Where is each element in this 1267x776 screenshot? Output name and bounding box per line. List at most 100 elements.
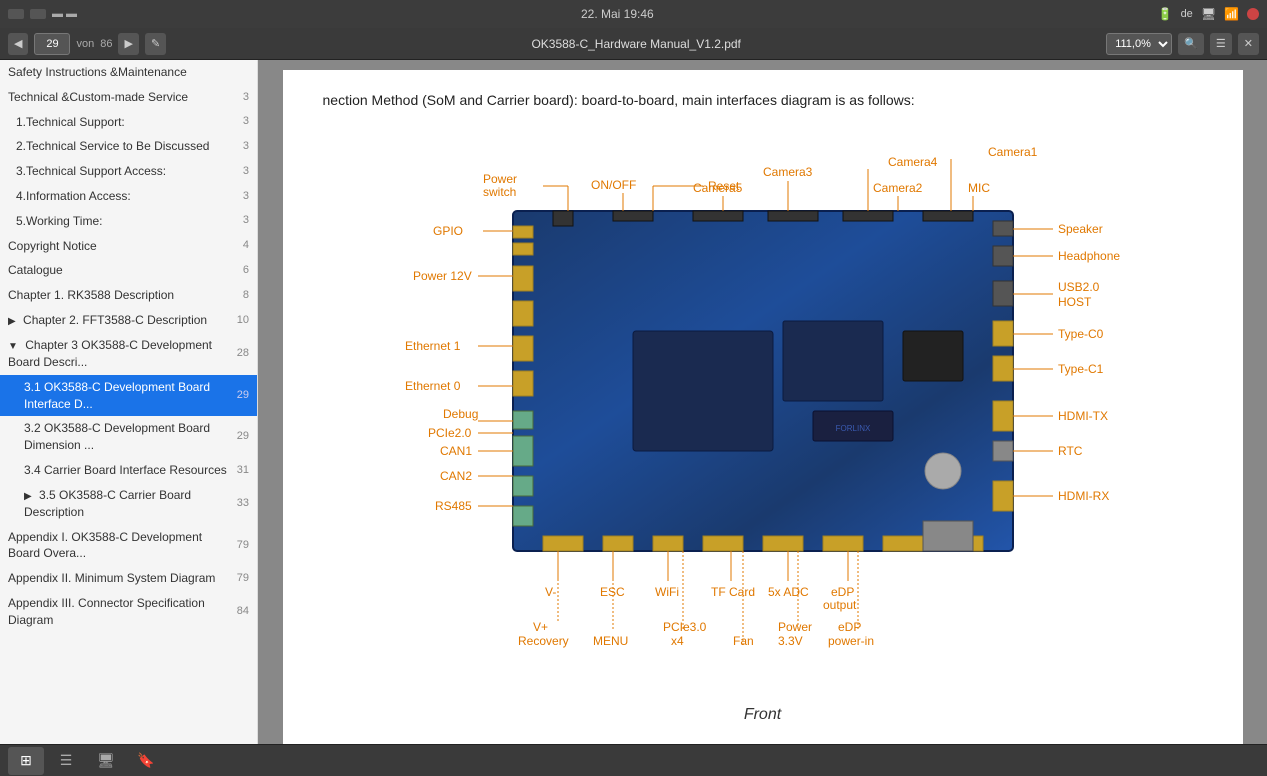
window-control-2[interactable] — [30, 9, 46, 19]
sidebar-label: 2.Technical Service to Be Discussed — [16, 138, 229, 155]
sidebar-label: ▼ Chapter 3 OK3588-C Development Board D… — [8, 337, 229, 371]
page-content: nection Method (SoM and Carrier board): … — [283, 70, 1243, 744]
sidebar-item-ch3-1[interactable]: 3.1 OK3588-C Development Board Interface… — [0, 375, 257, 417]
sidebar-page: 33 — [229, 496, 249, 511]
sidebar-label: Appendix III. Connector Specification Di… — [8, 595, 229, 629]
sidebar-item-ts2[interactable]: 2.Technical Service to Be Discussed 3 — [0, 134, 257, 159]
svg-text:HOST: HOST — [1058, 295, 1092, 309]
presentation-button[interactable]: 🖥 — [88, 747, 124, 775]
sidebar-item-ch3-4[interactable]: 3.4 Carrier Board Interface Resources 31 — [0, 458, 257, 483]
sidebar-page: 3 — [229, 139, 249, 154]
sidebar-item-copyright[interactable]: Copyright Notice 4 — [0, 234, 257, 259]
sidebar-item-ch1[interactable]: Chapter 1. RK3588 Description 8 — [0, 283, 257, 308]
sidebar: Safety Instructions &Maintenance Technic… — [0, 60, 258, 744]
label-camera1: Camera1 — [988, 145, 1038, 159]
label-eth0: Ethernet 0 — [405, 379, 461, 393]
sidebar-label: ▶ Chapter 2. FFT3588‑C Description — [8, 312, 229, 329]
sidebar-page: 29 — [229, 388, 249, 403]
sidebar-label: Appendix II. Minimum System Diagram — [8, 570, 229, 587]
label-rs485: RS485 — [435, 499, 472, 513]
sidebar-item-catalogue[interactable]: Catalogue 6 — [0, 258, 257, 283]
sidebar-item-appendix3[interactable]: Appendix III. Connector Specification Di… — [0, 591, 257, 633]
menu-button[interactable]: ☰ — [1210, 33, 1232, 55]
label-hdmirx: HDMI-RX — [1058, 489, 1109, 503]
display-icon: 🖥 — [1201, 7, 1216, 21]
sidebar-page: 3 — [229, 90, 249, 105]
list-view-button[interactable]: ☰ — [48, 747, 84, 775]
label-camera4: Camera4 — [888, 155, 938, 169]
main-area: Safety Instructions &Maintenance Technic… — [0, 60, 1267, 744]
sidebar-label: Chapter 1. RK3588 Description — [8, 287, 229, 304]
page-separator: von — [76, 38, 94, 50]
sidebar-label: Appendix I. OK3588‑C Development Board O… — [8, 529, 229, 563]
sidebar-page: 8 — [229, 288, 249, 303]
label-typec1: Type-C1 — [1058, 362, 1104, 376]
label-can1: CAN1 — [440, 444, 472, 458]
label-can2: CAN2 — [440, 469, 472, 483]
bookmark-button[interactable]: 🔖 — [128, 747, 164, 775]
svg-text:3.3V: 3.3V — [778, 634, 803, 648]
svg-text:output: output — [823, 598, 857, 612]
front-label: Front — [323, 706, 1203, 724]
label-pcie3: PCIe3.0 — [663, 620, 707, 634]
label-onoff: ON/OFF — [591, 178, 636, 192]
label-speaker: Speaker — [1058, 222, 1103, 236]
sidebar-item-appendix1[interactable]: Appendix I. OK3588‑C Development Board O… — [0, 525, 257, 567]
grid-view-button[interactable]: ⊞ — [8, 747, 44, 775]
label-hdmitx: HDMI-TX — [1058, 409, 1108, 423]
sidebar-page: 3 — [229, 164, 249, 179]
label-edpout: eDP — [831, 585, 854, 599]
next-page-button[interactable]: ▶ — [118, 33, 138, 55]
sidebar-item-ts3[interactable]: 3.Technical Support Access: 3 — [0, 159, 257, 184]
label-typec0: Type-C0 — [1058, 327, 1104, 341]
sidebar-item-ch2[interactable]: ▶ Chapter 2. FFT3588‑C Description 10 — [0, 308, 257, 333]
sidebar-item-custom[interactable]: Technical &Custom‑made Service 3 — [0, 85, 257, 110]
sidebar-label: 5.Working Time: — [16, 213, 229, 230]
sidebar-item-ts4[interactable]: 4.Information Access: 3 — [0, 184, 257, 209]
sidebar-label: 3.1 OK3588-C Development Board Interface… — [24, 379, 229, 413]
close-toolbar-button[interactable]: ✕ — [1238, 33, 1259, 55]
search-button[interactable]: 🔍 — [1178, 33, 1204, 55]
prev-page-button[interactable]: ◀ — [8, 33, 28, 55]
page-number-input[interactable] — [34, 33, 70, 55]
label-wifi: WiFi — [655, 585, 679, 599]
label-camera3: Camera3 — [763, 165, 813, 179]
label-headphone: Headphone — [1058, 249, 1120, 263]
sidebar-item-ch3-2[interactable]: 3.2 OK3588‑C Development Board Dimension… — [0, 416, 257, 458]
edit-button[interactable]: ✎ — [145, 33, 166, 55]
titlebar-time: 22. Mai 19:46 — [77, 7, 1158, 21]
board-svg: FORLINX — [323, 131, 1203, 691]
label-eth1: Ethernet 1 — [405, 339, 461, 353]
battery-icon: 🔋 — [1158, 7, 1173, 21]
label-power-switch: Power — [483, 172, 517, 186]
svg-text:power-in: power-in — [828, 634, 874, 648]
zoom-select[interactable]: 111,0% 100% 75% — [1106, 33, 1172, 55]
label-edppowerin: eDP — [838, 620, 861, 634]
titlebar: ▬ ▬ 22. Mai 19:46 🔋 de 🖥 📶 — [0, 0, 1267, 28]
label-vplus: V+ — [533, 620, 548, 634]
sidebar-item-ch3-5[interactable]: ▶ 3.5 OK3588-C Carrier Board Description… — [0, 483, 257, 525]
sidebar-label: 3.4 Carrier Board Interface Resources — [24, 462, 229, 479]
sidebar-label: 1.Technical Support: — [16, 114, 229, 131]
content-area[interactable]: nection Method (SoM and Carrier board): … — [258, 60, 1267, 744]
sidebar-label: 3.2 OK3588‑C Development Board Dimension… — [24, 420, 229, 454]
sidebar-label: Catalogue — [8, 262, 229, 279]
sidebar-item-ts1[interactable]: 1.Technical Support: 3 — [0, 110, 257, 135]
sidebar-item-safety[interactable]: Safety Instructions &Maintenance — [0, 60, 257, 85]
label-menu: MENU — [593, 634, 628, 648]
sidebar-page: 79 — [229, 571, 249, 586]
sidebar-page: 3 — [229, 189, 249, 204]
sidebar-item-ts5[interactable]: 5.Working Time: 3 — [0, 209, 257, 234]
sidebar-label: Technical &Custom‑made Service — [8, 89, 229, 106]
intro-text: nection Method (SoM and Carrier board): … — [323, 90, 1203, 111]
close-button[interactable] — [1247, 8, 1259, 20]
window-control[interactable] — [8, 9, 24, 19]
sidebar-label: ▶ 3.5 OK3588-C Carrier Board Description — [24, 487, 229, 521]
label-power12v: Power 12V — [413, 269, 472, 283]
sidebar-page: 31 — [229, 463, 249, 478]
label-vminus: V- — [545, 585, 556, 599]
sidebar-item-appendix2[interactable]: Appendix II. Minimum System Diagram 79 — [0, 566, 257, 591]
label-pcie2: PCIe2.0 — [428, 426, 472, 440]
sidebar-item-ch3[interactable]: ▼ Chapter 3 OK3588-C Development Board D… — [0, 333, 257, 375]
page-total: 86 — [100, 38, 112, 50]
